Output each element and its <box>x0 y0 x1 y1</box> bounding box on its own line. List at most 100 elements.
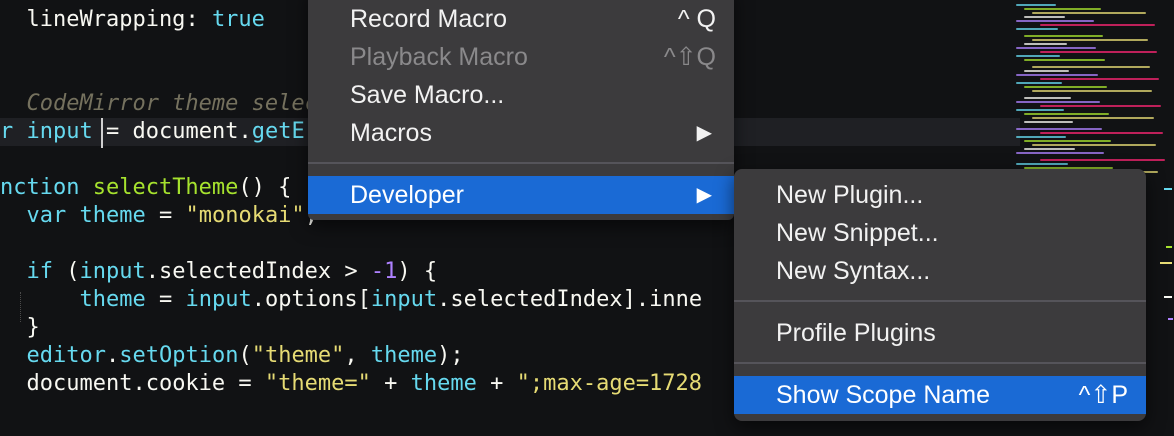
code-token: theme <box>79 287 146 312</box>
minimap-line <box>1032 12 1146 14</box>
code-token: -1 <box>370 259 398 284</box>
minimap-line <box>1040 159 1165 161</box>
code-token: ) { <box>397 259 438 284</box>
minimap-line <box>1024 59 1105 61</box>
minimap-line <box>1164 296 1172 298</box>
minimap-line <box>1040 105 1161 107</box>
code-token: true <box>211 7 265 32</box>
menu-item-label: Save Macro... <box>350 81 505 109</box>
code-token: () { <box>238 175 292 200</box>
code-token: "theme=" <box>264 371 371 396</box>
minimap-line <box>1032 66 1150 68</box>
code-line: lineWrapping: true <box>0 6 265 34</box>
minimap-line <box>1160 262 1172 264</box>
code-token: document <box>132 119 239 144</box>
code-line: var theme = "monokai"; <box>0 202 318 230</box>
minimap-line <box>1016 74 1098 76</box>
minimap-line <box>1024 16 1065 18</box>
code-token: = <box>145 203 186 228</box>
minimap-line <box>1024 43 1067 45</box>
code-token: . <box>105 343 120 368</box>
tools-menu: Record Macro ^ Q Playback Macro ^⇧Q Save… <box>308 0 734 220</box>
menu-item-developer[interactable]: Developer ▶ <box>308 176 734 214</box>
code-token: nction <box>0 175 93 200</box>
menu-item-record-macro[interactable]: Record Macro ^ Q <box>308 0 734 38</box>
minimap-line <box>1040 51 1157 53</box>
minimap-line <box>1024 8 1101 10</box>
minimap-line <box>1016 55 1060 57</box>
minimap-line <box>1016 82 1062 84</box>
menu-item-save-macro[interactable]: Save Macro... <box>308 76 734 114</box>
shortcut-label: ^⇧Q <box>663 43 716 71</box>
minimap-line <box>1016 4 1056 6</box>
code-token: var <box>26 203 80 228</box>
code-token: getE <box>251 119 305 144</box>
minimap-line <box>1024 113 1109 115</box>
menu-item-new-plugin[interactable]: New Plugin... <box>734 176 1146 214</box>
menu-item-label: New Snippet... <box>776 219 939 247</box>
menu-item-label: Macros <box>350 119 432 147</box>
code-token: + <box>476 371 517 396</box>
minimap-line <box>1024 35 1103 37</box>
code-token: input <box>79 259 146 284</box>
code-token: setOption <box>119 343 239 368</box>
code-token: = <box>92 119 133 144</box>
menu-item-label: Profile Plugins <box>776 319 936 347</box>
minimap-line <box>1032 117 1154 119</box>
code-token: selectTheme <box>92 175 239 200</box>
code-token: .selectedIndex].inne <box>437 287 703 312</box>
minimap-line <box>1016 109 1064 111</box>
minimap-line <box>1016 152 1104 154</box>
shortcut-label: ^ Q <box>677 5 716 33</box>
code-token: document <box>0 371 133 396</box>
submenu-arrow-icon: ▶ <box>696 122 712 144</box>
code-token: ";max-age=1728 <box>516 371 703 396</box>
code-token: r <box>0 119 27 144</box>
menu-item-new-snippet[interactable]: New Snippet... <box>734 214 1146 252</box>
code-token: ( <box>53 259 80 284</box>
code-token: if <box>26 259 54 284</box>
minimap-line <box>1164 188 1172 190</box>
minimap-line <box>1024 86 1107 88</box>
code-token: theme <box>79 203 146 228</box>
minimap-line <box>1016 47 1096 49</box>
code-token: "monokai" <box>185 203 305 228</box>
menu-item-new-syntax[interactable]: New Syntax... <box>734 252 1146 290</box>
menu-item-show-scope-name[interactable]: Show Scope Name ^⇧P <box>734 376 1146 414</box>
code-token: .selectedIndex > <box>145 259 371 284</box>
menu-item-profile-plugins[interactable]: Profile Plugins <box>734 314 1146 352</box>
menu-item-label: New Syntax... <box>776 257 931 285</box>
menu-separator <box>308 162 734 164</box>
code-token: editor <box>26 343 106 368</box>
menu-item-macros[interactable]: Macros ▶ <box>308 114 734 152</box>
minimap-line <box>1032 90 1152 92</box>
minimap-line <box>1024 97 1071 99</box>
code-line: nction selectTheme() { <box>0 174 291 202</box>
menu-item-label: Playback Macro <box>350 43 528 71</box>
code-token: .cookie = <box>132 371 265 396</box>
code-line: r input = document.getE <box>0 118 305 146</box>
code-token: theme <box>410 371 477 396</box>
code-token: ); <box>437 343 464 368</box>
code-token: input <box>185 287 252 312</box>
minimap-line <box>1032 39 1148 41</box>
code-token: + <box>370 371 411 396</box>
menu-item-label: Developer <box>350 181 464 209</box>
text-caret <box>101 118 103 148</box>
code-token: "theme" <box>251 343 345 368</box>
minimap-line <box>1016 136 1066 138</box>
minimap-line <box>1024 148 1075 150</box>
menu-item-label: New Plugin... <box>776 181 924 209</box>
menu-item-label: Show Scope Name <box>776 381 991 409</box>
minimap-line <box>1168 318 1173 320</box>
code-line: if (input.selectedIndex > -1) { <box>0 258 438 286</box>
minimap-line <box>1032 144 1156 146</box>
minimap-line <box>1016 20 1094 22</box>
minimap[interactable] <box>1010 0 1174 177</box>
code-token: ( <box>238 343 252 368</box>
code-line: document.cookie = "theme=" + theme + ";m… <box>0 370 702 398</box>
indent-guide <box>20 292 21 322</box>
code-token: CodeMirror theme selec <box>0 91 318 116</box>
